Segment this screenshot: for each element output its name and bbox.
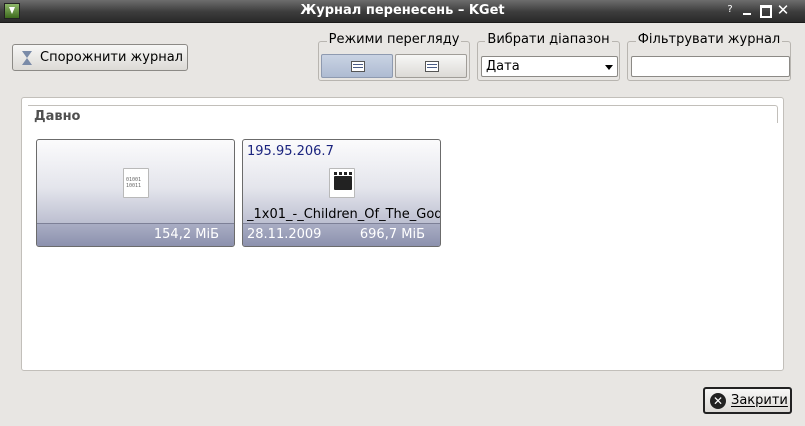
item-footer: 154,2 МіБ [37, 223, 234, 246]
item-date: 28.11.2009 [247, 227, 322, 242]
list-view-icon [425, 61, 439, 72]
item-size: 154,2 МіБ [153, 227, 219, 242]
close-button[interactable]: ✕ Закрити [703, 387, 792, 414]
title-bar: Журнал перенесень – KGet ? ✕ [0, 0, 805, 23]
history-item[interactable]: 195.95.206.7 _1x01_-_Children_Of_The_God… [242, 139, 441, 247]
range-group: Вибрати діапазон Дата [477, 32, 620, 81]
item-host: 195.95.206.7 [247, 144, 334, 159]
range-label: Вибрати діапазон [485, 32, 612, 47]
range-select-value: Дата [486, 59, 520, 74]
filter-label: Фільтрувати журнал [635, 32, 783, 47]
close-icon: ✕ [710, 392, 726, 409]
minimize-button[interactable] [740, 3, 754, 17]
clear-history-button[interactable]: Спорожнити журнал [12, 44, 188, 71]
history-item[interactable]: 01001 10011 154,2 МіБ [36, 139, 235, 247]
clear-history-label: Спорожнити журнал [40, 50, 183, 65]
item-size: 696,7 МіБ [359, 227, 425, 242]
list-view-button[interactable] [395, 54, 467, 78]
view-modes-label: Режими перегляду [326, 32, 462, 47]
range-select[interactable]: Дата [481, 56, 618, 77]
icon-view-icon [351, 61, 365, 72]
binary-file-icon: 01001 10011 [123, 168, 149, 198]
help-button[interactable]: ? [723, 3, 737, 17]
window-title: Журнал перенесень – KGet [300, 3, 505, 18]
item-footer: 28.11.2009 696,7 МіБ [243, 223, 440, 246]
icon-view-button[interactable] [321, 54, 393, 78]
maximize-button[interactable] [758, 3, 772, 18]
close-label: Закрити [731, 393, 788, 408]
video-file-icon [329, 168, 355, 198]
view-modes-group: Режими перегляду [318, 32, 470, 81]
history-panel: Давно 01001 10011 154,2 МіБ 195.95.206.7 … [21, 97, 784, 371]
hourglass-icon [19, 50, 35, 66]
section-header: Давно [28, 105, 778, 124]
close-window-button[interactable]: ✕ [776, 3, 790, 18]
chevron-down-icon [605, 65, 613, 70]
item-filename: _1x01_-_Children_Of_The_Gods [247, 207, 440, 222]
filter-group: Фільтрувати журнал [627, 32, 791, 81]
filter-input[interactable] [631, 56, 790, 77]
